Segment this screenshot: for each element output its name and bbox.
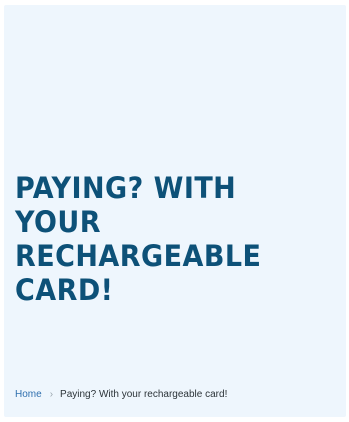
breadcrumb: Home › Paying? With your rechargeable ca… — [15, 388, 227, 402]
page-title: Paying? With your rechargeable card! — [15, 171, 313, 307]
page-title-line-1: Paying? With — [15, 171, 237, 205]
breadcrumb-current: Paying? With your rechargeable card! — [60, 389, 228, 400]
chevron-right-icon: › — [49, 389, 54, 400]
page-title-line-3: rechargeable — [15, 239, 262, 273]
breadcrumb-home-link[interactable]: Home — [15, 388, 42, 402]
hero-banner: Paying? With your rechargeable card! Hom… — [4, 5, 346, 417]
page-title-line-2: your — [15, 205, 102, 239]
page-title-line-4: card! — [15, 273, 114, 307]
